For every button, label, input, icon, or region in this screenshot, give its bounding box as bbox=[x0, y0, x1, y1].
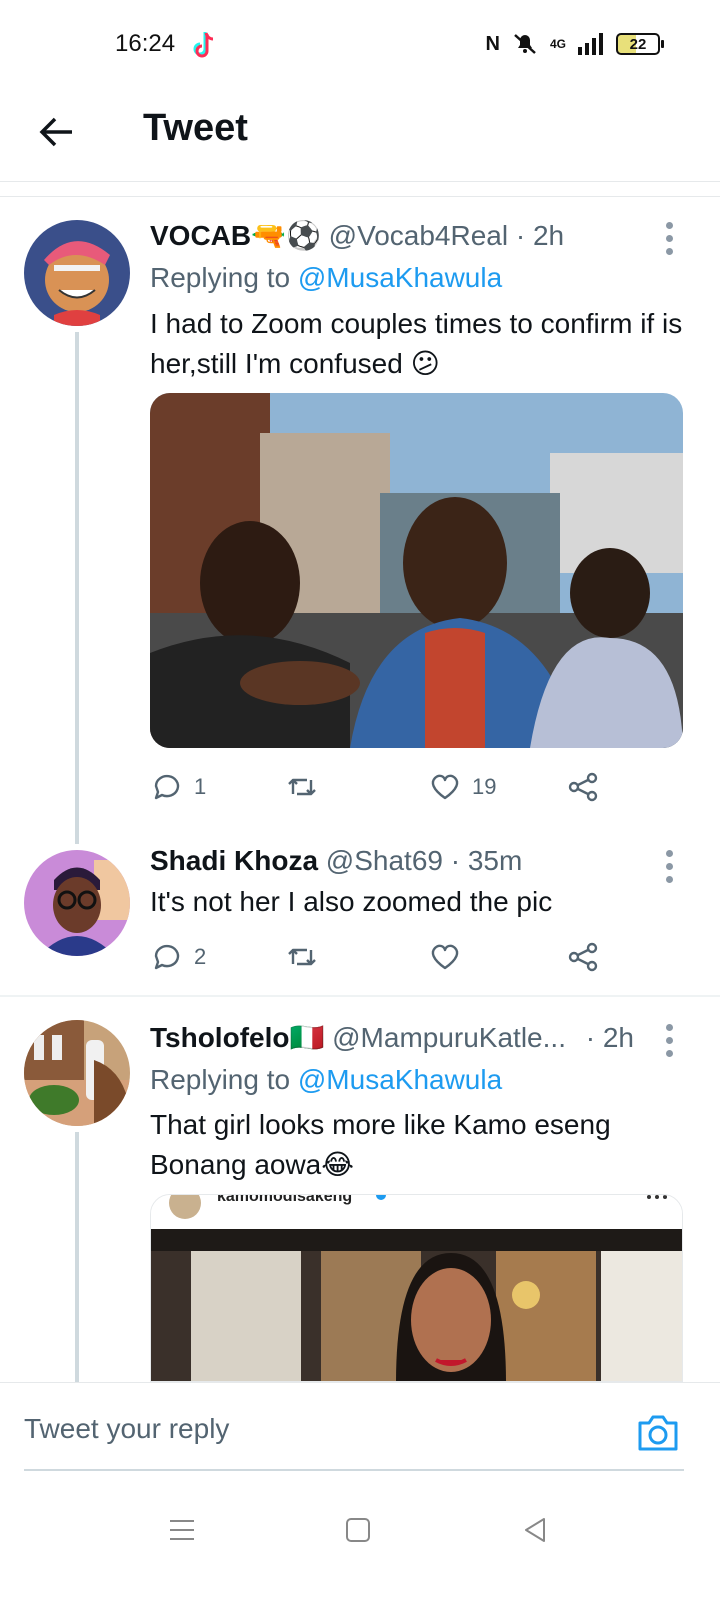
user-handle[interactable]: @Vocab4Real bbox=[329, 220, 508, 251]
page-title: Tweet bbox=[143, 107, 248, 149]
display-name[interactable]: Tsholofelo bbox=[150, 1022, 289, 1053]
more-vertical-icon bbox=[666, 1024, 673, 1031]
home-square-icon bbox=[346, 1518, 370, 1542]
tiktok-icon bbox=[193, 32, 214, 58]
reply-composer: Tweet your reply bbox=[0, 1382, 720, 1492]
more-vertical-icon bbox=[666, 222, 673, 229]
network-label: 4G bbox=[549, 37, 566, 51]
mention-link[interactable]: @MusaKhawula bbox=[298, 262, 502, 293]
battery-indicator: 22 bbox=[616, 33, 664, 55]
tweet-text: It's not her I also zoomed the pic bbox=[150, 886, 553, 917]
embedded-username: kamomodisakeng bbox=[217, 1195, 352, 1205]
back-nav-button[interactable] bbox=[515, 1510, 555, 1550]
more-options-button[interactable] bbox=[666, 1024, 674, 1063]
status-icons: N 4G 22 bbox=[485, 32, 664, 56]
avatar[interactable] bbox=[24, 1020, 130, 1126]
tweet-actions: 2 bbox=[150, 940, 620, 980]
like-icon bbox=[431, 944, 459, 970]
share-icon bbox=[568, 942, 598, 972]
back-triangle-icon bbox=[525, 1518, 545, 1542]
replying-to: Replying to @MusaKhawula bbox=[150, 262, 503, 293]
share-icon bbox=[568, 772, 598, 802]
back-arrow-icon bbox=[39, 117, 72, 147]
like-count: 19 bbox=[472, 774, 497, 799]
signal-icon bbox=[578, 33, 603, 55]
reply-underline bbox=[24, 1469, 684, 1471]
tweet-header: VOCAB🔫⚽ @Vocab4Real · 2h bbox=[150, 218, 564, 254]
name-emoji: 🇮🇹 bbox=[289, 1022, 325, 1053]
like-button[interactable]: 19 bbox=[428, 770, 496, 804]
tweet-time: · 2h bbox=[515, 220, 565, 251]
share-button[interactable] bbox=[566, 770, 600, 804]
reply-icon bbox=[154, 944, 180, 970]
retweet-button[interactable] bbox=[285, 940, 329, 974]
reply-button[interactable]: 1 bbox=[150, 770, 206, 804]
tweet-image[interactable]: kamomodisakeng bbox=[150, 1194, 683, 1382]
like-button[interactable] bbox=[428, 940, 472, 974]
display-name[interactable]: VOCAB bbox=[150, 220, 251, 251]
replying-to: Replying to @MusaKhawula bbox=[150, 1064, 503, 1095]
menu-button[interactable] bbox=[162, 1510, 202, 1550]
user-handle[interactable]: @Shat69 bbox=[326, 845, 443, 876]
reply-button[interactable]: 2 bbox=[150, 940, 206, 974]
back-button[interactable] bbox=[30, 106, 82, 158]
camera-icon bbox=[638, 1415, 678, 1451]
top-app-bar: Tweet bbox=[0, 90, 720, 182]
home-button[interactable] bbox=[338, 1510, 378, 1550]
like-icon bbox=[431, 774, 459, 800]
camera-button[interactable] bbox=[636, 1413, 680, 1453]
tweet-actions: 1 19 bbox=[150, 770, 620, 810]
tweet-time: · 35m bbox=[450, 845, 523, 876]
divider bbox=[0, 995, 720, 997]
mention-link[interactable]: @MusaKhawula bbox=[298, 1064, 502, 1095]
reply-input[interactable]: Tweet your reply bbox=[24, 1413, 229, 1445]
retweet-button[interactable] bbox=[285, 770, 329, 804]
tweet-time: · 2h bbox=[585, 1022, 634, 1053]
retweet-icon bbox=[288, 948, 316, 966]
display-name[interactable]: Shadi Khoza bbox=[150, 845, 318, 876]
thread-line bbox=[75, 332, 79, 844]
retweet-icon bbox=[288, 778, 316, 796]
tweet-header: Shadi Khoza @Shat69 · 35m bbox=[150, 843, 522, 879]
reply-icon bbox=[154, 774, 180, 800]
user-handle[interactable]: @MampuruKatle... bbox=[332, 1022, 566, 1053]
name-emoji: 🔫⚽ bbox=[251, 220, 321, 251]
avatar[interactable] bbox=[24, 850, 130, 956]
system-nav-bar bbox=[0, 1492, 720, 1600]
mute-icon bbox=[514, 34, 536, 54]
thread-line bbox=[75, 1132, 79, 1382]
menu-icon bbox=[170, 1520, 194, 1540]
tweet-header: Tsholofelo🇮🇹 @MampuruKatle... · 2h bbox=[150, 1020, 634, 1056]
tweet-image[interactable] bbox=[150, 393, 683, 748]
status-bar: 16:24 N 4G 22 bbox=[0, 0, 720, 90]
tweet-text: That girl looks more like Kamo eseng Bon… bbox=[150, 1109, 611, 1180]
nfc-icon: N bbox=[485, 32, 500, 55]
reply-count: 1 bbox=[194, 774, 207, 799]
more-options-button[interactable] bbox=[666, 222, 674, 261]
divider bbox=[0, 196, 720, 197]
avatar[interactable] bbox=[24, 220, 130, 326]
share-button[interactable] bbox=[566, 940, 600, 974]
more-vertical-icon bbox=[666, 850, 673, 857]
reply-count: 2 bbox=[194, 944, 207, 969]
status-time: 16:24 bbox=[115, 30, 176, 57]
tweet-text: I had to Zoom couples times to confirm i… bbox=[150, 308, 683, 379]
